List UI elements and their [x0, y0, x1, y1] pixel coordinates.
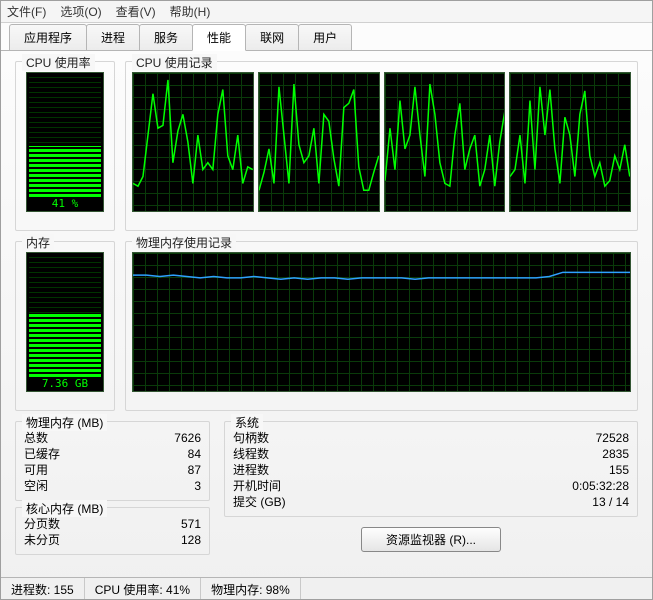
sys-handles-v: 72528: [596, 430, 629, 446]
sys-threads-v: 2835: [602, 446, 629, 462]
menu-file[interactable]: 文件(F): [7, 3, 46, 20]
status-cpu: CPU 使用率: 41%: [85, 578, 201, 599]
memory-meter-label: 7.36 GB: [27, 377, 103, 390]
group-physical-memory-label: 物理内存 (MB): [22, 414, 107, 431]
sys-procs-v: 155: [609, 462, 629, 478]
menubar: 文件(F) 选项(O) 查看(V) 帮助(H): [1, 1, 652, 23]
cpu-meter: 41 %: [26, 72, 104, 212]
cpu-history-chart-1: [132, 72, 254, 212]
sys-uptime-k: 开机时间: [233, 478, 281, 494]
cpu-meter-label: 41 %: [27, 197, 103, 210]
phys-total-v: 7626: [174, 430, 201, 446]
phys-free-v: 3: [194, 478, 201, 494]
tabstrip: 应用程序 进程 服务 性能 联网 用户: [1, 23, 652, 51]
sys-commit-k: 提交 (GB): [233, 494, 286, 510]
group-physical-memory: 物理内存 (MB) 总数7626 已缓存84 可用87 空闲3: [15, 421, 210, 501]
group-kernel-memory-label: 核心内存 (MB): [22, 500, 107, 517]
tab-processes[interactable]: 进程: [86, 24, 140, 50]
kern-paged-v: 571: [181, 516, 201, 532]
status-processes: 进程数: 155: [1, 578, 85, 599]
tab-users[interactable]: 用户: [298, 24, 352, 50]
group-cpu-usage-label: CPU 使用率: [22, 54, 95, 71]
sys-uptime-v: 0:05:32:28: [572, 478, 629, 494]
phys-free-k: 空闲: [24, 478, 48, 494]
group-memory-label: 内存: [22, 234, 54, 251]
kern-paged-k: 分页数: [24, 516, 60, 532]
menu-options[interactable]: 选项(O): [60, 3, 101, 20]
cpu-history-chart-4: [509, 72, 631, 212]
group-memory: 内存 7.36 GB: [15, 241, 115, 411]
tab-networking[interactable]: 联网: [245, 24, 299, 50]
kern-nonpaged-v: 128: [181, 532, 201, 548]
sys-commit-v: 13 / 14: [592, 494, 629, 510]
statusbar: 进程数: 155 CPU 使用率: 41% 物理内存: 98%: [1, 577, 652, 599]
phys-total-k: 总数: [24, 430, 48, 446]
group-system: 系统 句柄数72528 线程数2835 进程数155 开机时间0:05:32:2…: [224, 421, 638, 517]
phys-avail-k: 可用: [24, 462, 48, 478]
tab-applications[interactable]: 应用程序: [9, 24, 87, 50]
group-memory-history: 物理内存使用记录: [125, 241, 638, 411]
phys-cached-k: 已缓存: [24, 446, 60, 462]
group-cpu-usage: CPU 使用率 41 %: [15, 61, 115, 231]
tab-performance[interactable]: 性能: [192, 24, 246, 51]
memory-history-chart: [132, 252, 631, 392]
memory-meter: 7.36 GB: [26, 252, 104, 392]
sys-procs-k: 进程数: [233, 462, 269, 478]
sys-threads-k: 线程数: [233, 446, 269, 462]
group-kernel-memory: 核心内存 (MB) 分页数571 未分页128: [15, 507, 210, 555]
status-memory: 物理内存: 98%: [201, 578, 301, 599]
menu-view[interactable]: 查看(V): [116, 3, 156, 20]
phys-cached-v: 84: [188, 446, 201, 462]
resource-monitor-button[interactable]: 资源监视器 (R)...: [361, 527, 501, 552]
tab-services[interactable]: 服务: [139, 24, 193, 50]
group-system-label: 系统: [231, 414, 263, 431]
kern-nonpaged-k: 未分页: [24, 532, 60, 548]
cpu-history-chart-3: [384, 72, 506, 212]
group-memory-history-label: 物理内存使用记录: [132, 234, 236, 251]
group-cpu-history-label: CPU 使用记录: [132, 54, 217, 71]
cpu-history-chart-2: [258, 72, 380, 212]
sys-handles-k: 句柄数: [233, 430, 269, 446]
group-cpu-history: CPU 使用记录: [125, 61, 638, 231]
phys-avail-v: 87: [188, 462, 201, 478]
menu-help[interactable]: 帮助(H): [170, 3, 211, 20]
